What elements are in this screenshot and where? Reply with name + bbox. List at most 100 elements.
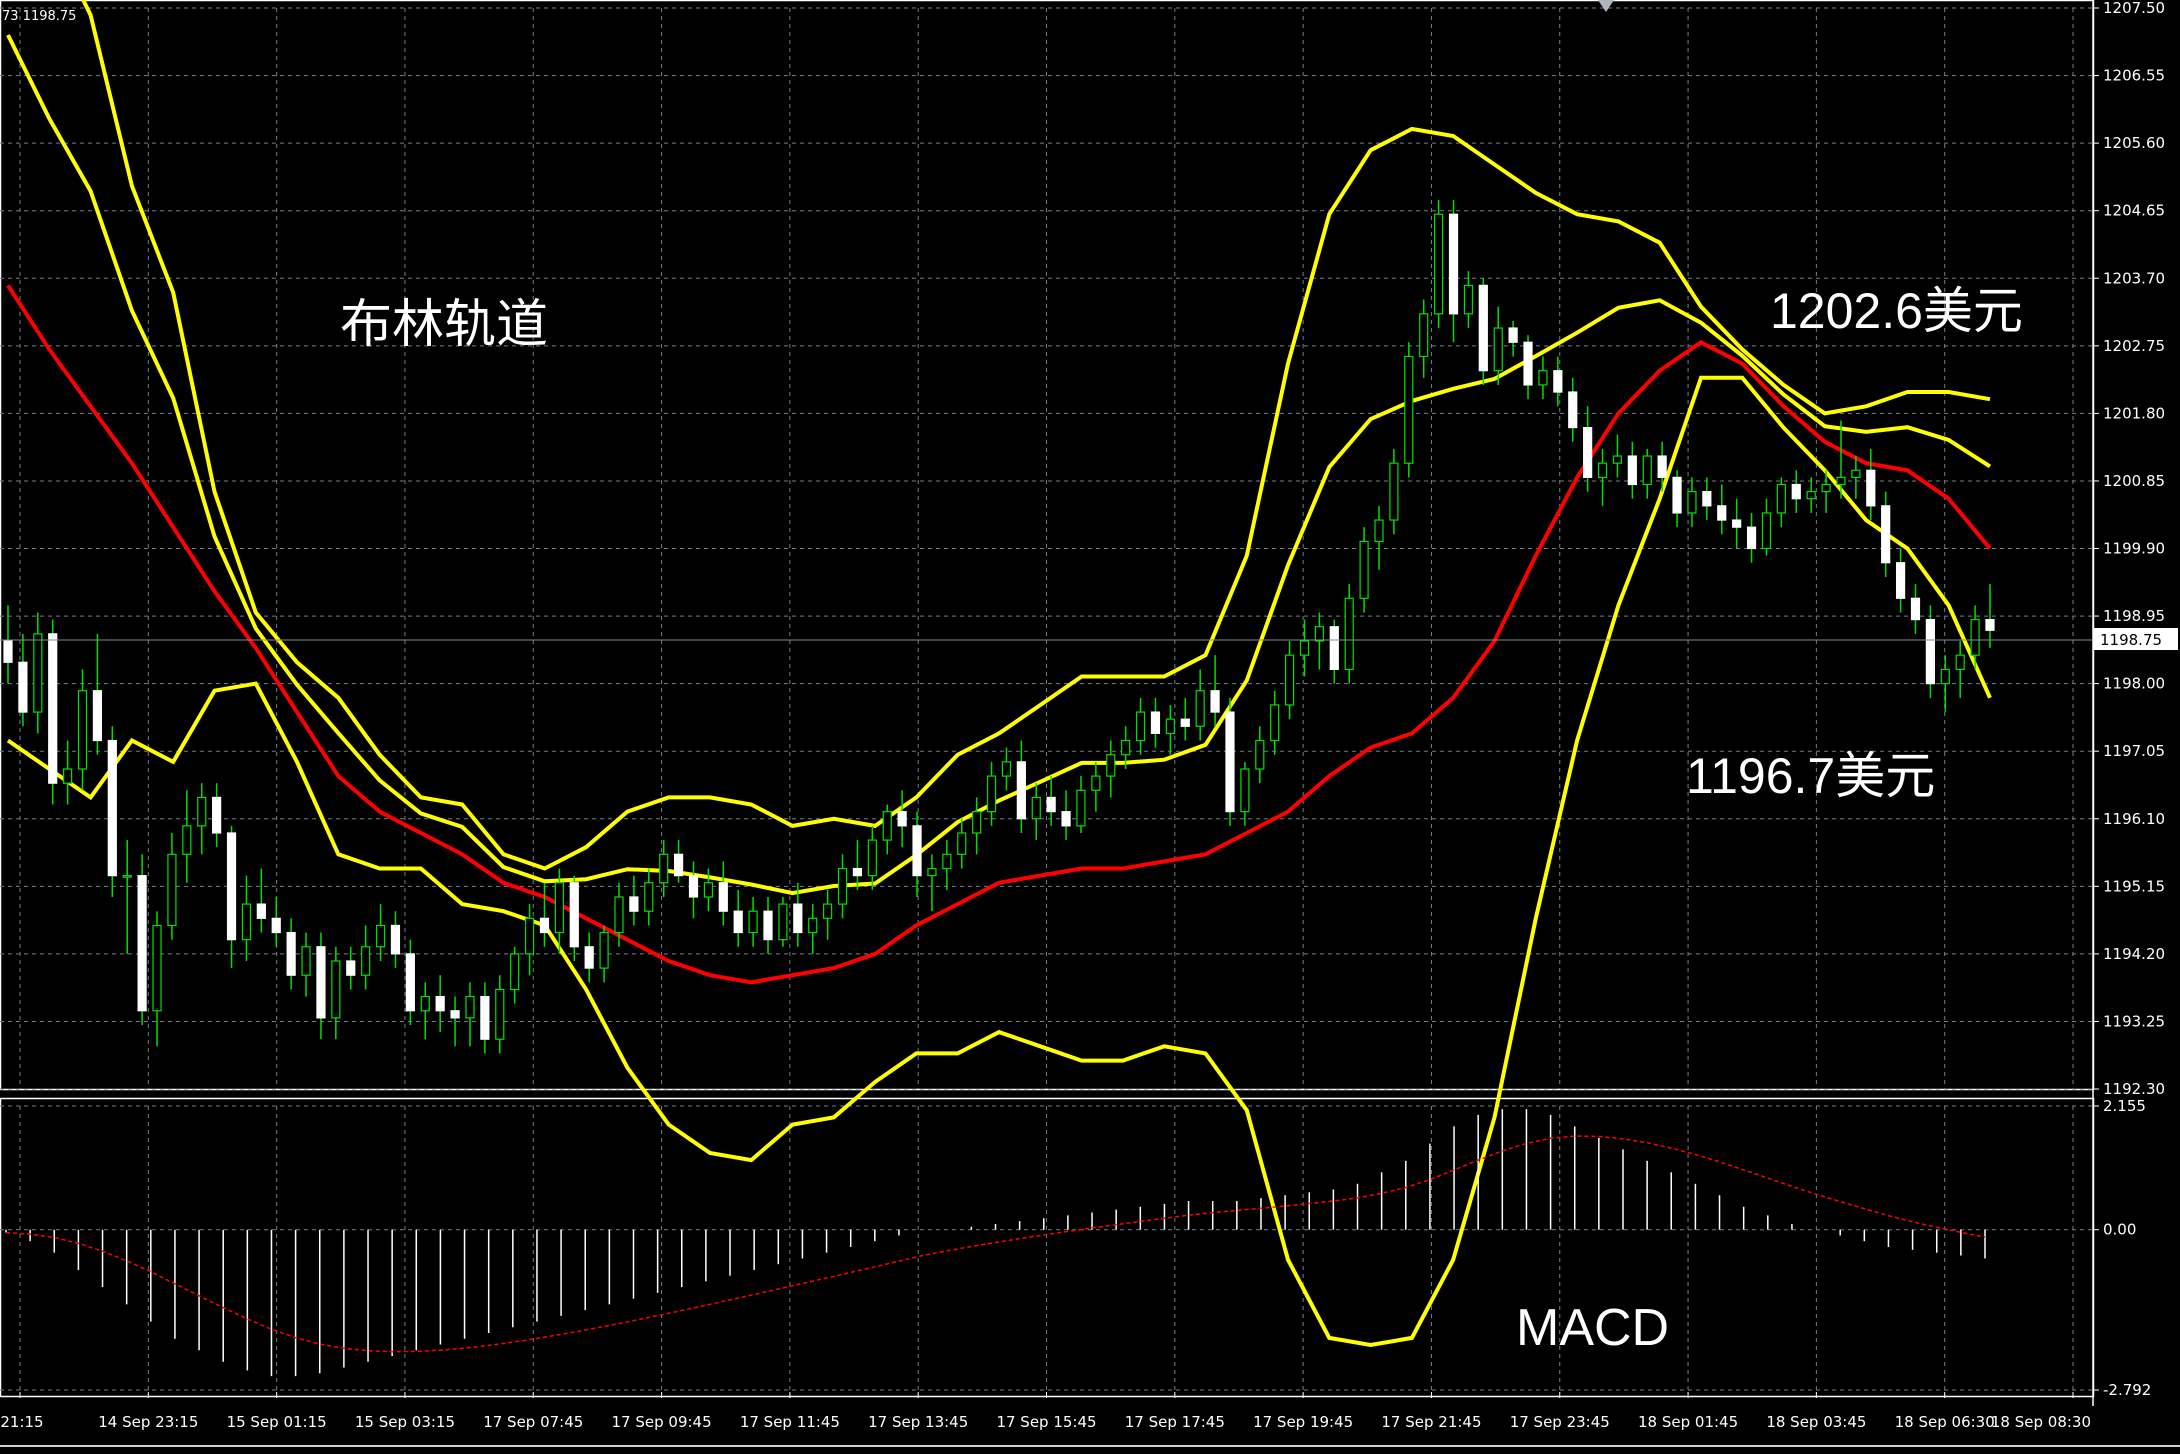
candle-body — [1240, 768, 1250, 813]
last-price-label: 1198.75 — [2100, 631, 2162, 649]
candle-body — [957, 832, 967, 855]
candle-body — [420, 995, 430, 1012]
candle-body — [1478, 284, 1488, 372]
bollinger-annotation: 布林轨道 — [340, 296, 548, 354]
candle-body — [927, 867, 937, 877]
macd-tick-label: -2.792 — [2103, 1381, 2151, 1399]
candle-body — [1985, 619, 1995, 631]
candle-body — [390, 924, 401, 955]
scroll-marker-icon[interactable] — [1598, 0, 1614, 12]
candle-body — [122, 875, 132, 878]
price-tick-label: 1192.30 — [2103, 1080, 2165, 1098]
time-tick-label: 17 Sep 13:45 — [868, 1413, 968, 1431]
time-tick-label: 17 Sep 15:45 — [996, 1413, 1096, 1431]
candle-body — [1925, 619, 1935, 685]
candle-body — [1523, 341, 1533, 386]
candle-body — [63, 768, 73, 784]
macd-tick-label: 2.155 — [2103, 1097, 2146, 1115]
candle-body — [1135, 711, 1146, 742]
candle-body — [346, 960, 356, 976]
candle-body — [1314, 626, 1324, 642]
candle-body — [748, 910, 758, 934]
candle-body — [1672, 476, 1682, 514]
candle-body — [584, 946, 594, 969]
candle-body — [1374, 519, 1384, 542]
candle-body — [18, 661, 28, 713]
candle-body — [1046, 796, 1056, 813]
price-tick-label: 1201.80 — [2103, 404, 2165, 422]
time-tick-label: 21:15 — [0, 1413, 43, 1431]
candle-body — [1746, 526, 1757, 550]
candle-body — [331, 960, 341, 1019]
candle-body — [435, 995, 445, 1012]
candle-body — [3, 640, 13, 663]
bollinger-upper-line — [81, 0, 1991, 871]
candle-body — [1434, 213, 1444, 315]
price-tick-label: 1206.55 — [2103, 67, 2165, 85]
candle-body — [1508, 327, 1518, 343]
price-tick-label: 1193.25 — [2103, 1012, 2165, 1030]
candle-body — [1597, 462, 1608, 478]
candle-body — [733, 910, 743, 934]
candle-body — [1270, 704, 1280, 742]
candle-body — [226, 832, 237, 941]
price-tick-label: 1198.95 — [2103, 607, 2165, 625]
price-axis[interactable]: 1207.50 1206.55 1205.60 1204.65 1203.70 1202.… — [2093, 0, 2165, 1399]
candle-body — [212, 796, 222, 834]
candle-body — [852, 867, 863, 877]
candle-body — [256, 903, 266, 919]
candle-body — [1165, 718, 1175, 735]
price-tick-label: 1203.70 — [2103, 269, 2165, 287]
candle-body — [599, 931, 609, 969]
candle-body — [1732, 519, 1742, 528]
time-tick-label: 17 Sep 09:45 — [612, 1413, 712, 1431]
candle-body — [1091, 775, 1101, 791]
price-tick-label: 1202.75 — [2103, 337, 2165, 355]
candle-body — [659, 853, 669, 884]
candle-body — [1150, 711, 1161, 735]
candle-body — [1866, 469, 1876, 507]
candle-body — [107, 739, 117, 877]
candle-body — [1612, 455, 1623, 464]
candle-body — [1583, 426, 1593, 478]
candle-body — [316, 946, 326, 1019]
price-tick-label: 1200.85 — [2103, 472, 2165, 490]
candle-body — [629, 896, 639, 912]
price-tick-label: 1207.50 — [2103, 0, 2165, 17]
candle-body — [1881, 505, 1891, 564]
time-tick-label: 17 Sep 19:45 — [1253, 1413, 1353, 1431]
time-axis[interactable]: 21:15 14 Sep 23:15 15 Sep 01:15 15 Sep 03:1… — [0, 1392, 2180, 1447]
header-info: 73 1198.75 — [2, 9, 76, 24]
candle-body — [1836, 476, 1846, 486]
price-tick-label: 1195.15 — [2103, 877, 2165, 895]
candle-body — [271, 917, 281, 934]
time-tick-label: 18 Sep 06:30 — [1895, 1413, 1995, 1431]
price-tick-label: 1197.05 — [2103, 742, 2165, 760]
candle-body — [644, 882, 654, 912]
candle-body — [1419, 313, 1429, 358]
candle-body — [972, 811, 982, 834]
candle-body — [1001, 761, 1012, 777]
candle-body — [688, 875, 699, 898]
candle-body — [1448, 213, 1459, 315]
time-tick-label: 18 Sep 08:30 — [1991, 1413, 2091, 1431]
candle-body — [808, 917, 818, 934]
candle-body — [1404, 355, 1414, 464]
candle-body — [1031, 796, 1041, 820]
time-tick-label: 18 Sep 03:45 — [1766, 1413, 1866, 1431]
price-tick-label: 1198.00 — [2103, 675, 2165, 693]
candle-body — [942, 853, 952, 870]
chart-area[interactable]: 1207.50 1206.55 1205.60 1204.65 1203.70 1202.… — [0, 0, 2180, 1454]
macd-panel-frame — [0, 1097, 2095, 1398]
candle-body — [1553, 370, 1563, 393]
candle-body — [539, 917, 550, 934]
price-tick-label: 1204.65 — [2103, 202, 2165, 220]
candle-body — [152, 924, 162, 1012]
price-tick-label: 1199.90 — [2103, 540, 2165, 558]
candle-body — [986, 775, 997, 813]
candle-body — [361, 946, 371, 976]
lower-band-annotation: 1196.7美元 — [1686, 748, 1935, 804]
time-tick-label: 14 Sep 23:15 — [98, 1413, 198, 1431]
candle-body — [1255, 739, 1265, 770]
candle-body — [1955, 654, 1965, 671]
